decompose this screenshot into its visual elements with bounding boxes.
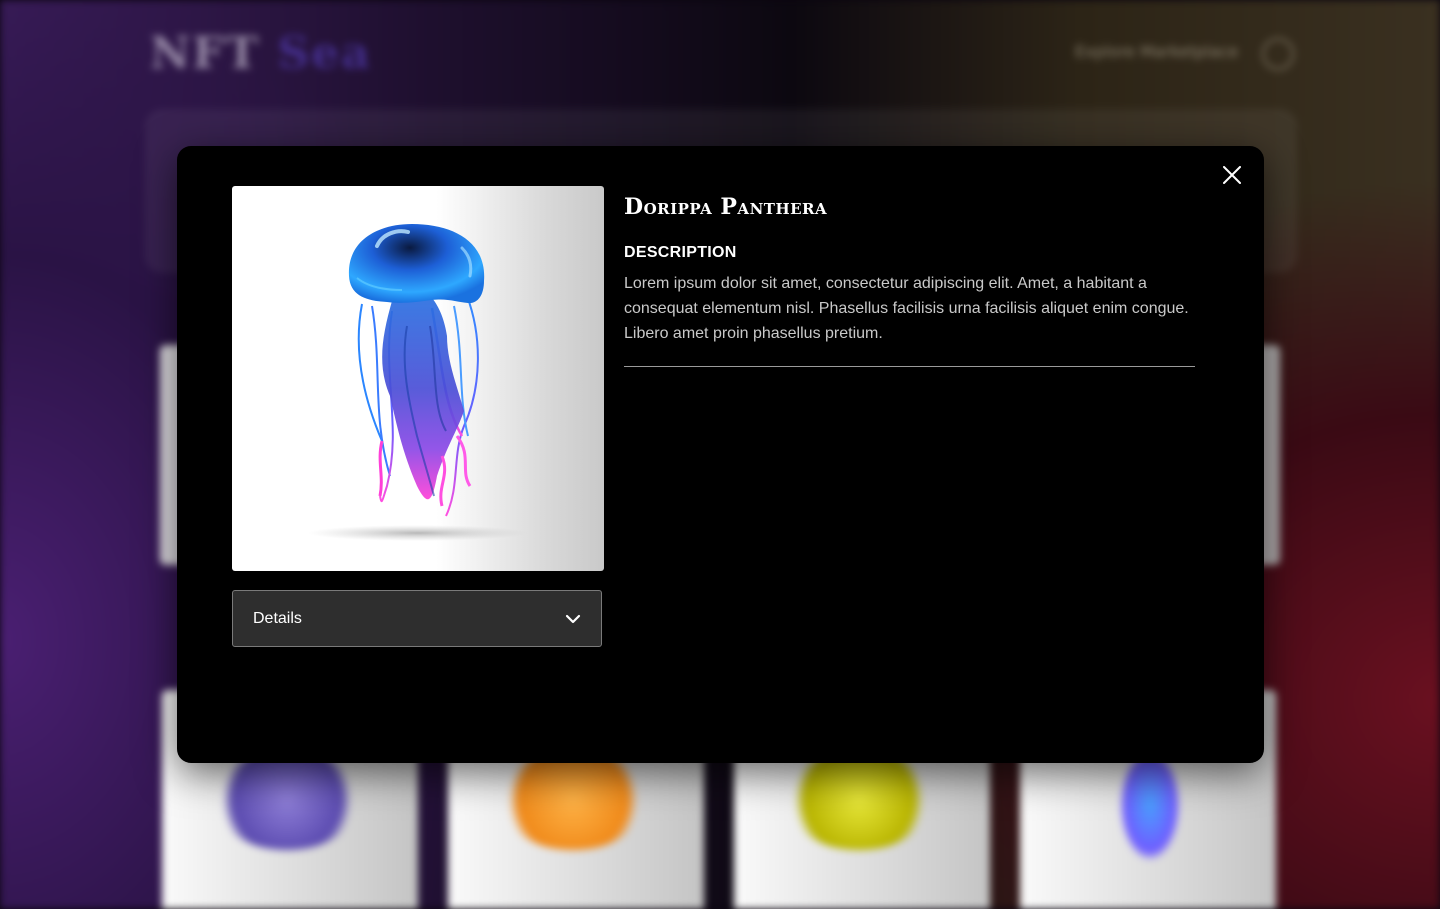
- site-logo: NFT Sea: [150, 28, 372, 79]
- chevron-down-icon: [565, 614, 581, 623]
- fish-image: [784, 750, 934, 850]
- nft-image: [232, 186, 604, 571]
- details-dropdown[interactable]: Details: [232, 590, 602, 647]
- close-button[interactable]: [1217, 160, 1247, 190]
- jellyfish-illustration: [308, 224, 528, 541]
- nav-link-explore: Explore Marketplace: [1075, 42, 1239, 61]
- logo-main: NFT: [150, 28, 261, 79]
- fish-image: [498, 750, 648, 850]
- nft-detail-modal: Details Dorippa Panthera DESCRIPTION Lor…: [177, 146, 1264, 763]
- jellyfish-image: [1120, 750, 1180, 860]
- close-icon: [1223, 166, 1241, 184]
- description-heading: DESCRIPTION: [624, 244, 737, 261]
- details-label: Details: [253, 609, 302, 627]
- description-text: Lorem ipsum dolor sit amet, consectetur …: [624, 275, 1189, 342]
- fish-image: [212, 750, 362, 850]
- logo-accent: Sea: [277, 28, 372, 79]
- divider: [624, 366, 1195, 367]
- nft-title: Dorippa Panthera: [624, 194, 828, 220]
- user-icon: [1262, 38, 1294, 70]
